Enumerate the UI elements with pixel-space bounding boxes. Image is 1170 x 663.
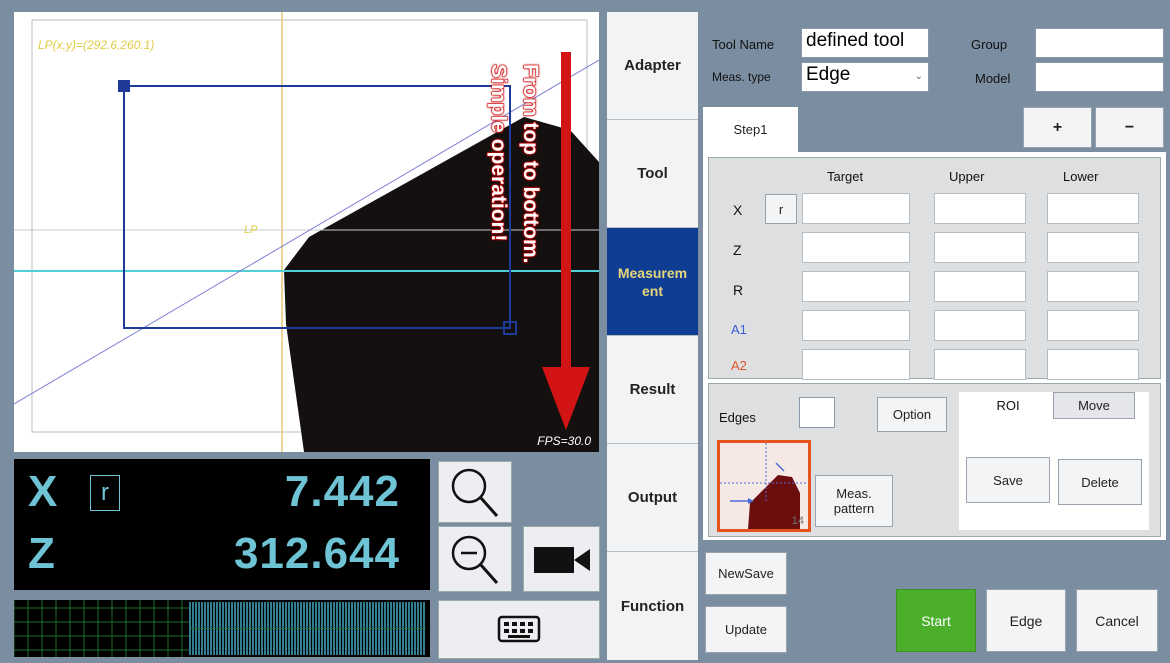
header-lower: Lower	[1063, 169, 1099, 184]
menu-item-output[interactable]: Output	[607, 444, 698, 552]
zoom-out-button[interactable]	[438, 526, 512, 592]
annotation-line-1: From top to bottom.	[519, 64, 543, 264]
header-upper: Upper	[949, 169, 985, 184]
roi-delete-button[interactable]: Delete	[1058, 459, 1142, 505]
a2-upper-input[interactable]	[934, 349, 1026, 380]
z-value: 312.644	[233, 529, 400, 578]
camera-button[interactable]	[523, 526, 600, 592]
fps-readout: FPS=30.0	[537, 434, 591, 448]
menu-item-result[interactable]: Result	[607, 336, 698, 444]
roi-panel: ROI Move Save Delete	[959, 392, 1149, 530]
tab-move[interactable]: Move	[1053, 392, 1135, 419]
x-value: 7.442	[284, 467, 400, 516]
menu-item-adapter[interactable]: Adapter	[607, 12, 698, 120]
update-button[interactable]: Update	[705, 606, 787, 653]
cancel-button[interactable]: Cancel	[1076, 589, 1158, 652]
add-step-button[interactable]: +	[1023, 107, 1092, 148]
menu-label: Adapter	[624, 57, 681, 74]
measurement-panel: Tool Name defined tool Meas. type Edge ⌄…	[703, 16, 1166, 658]
r-upper-input[interactable]	[934, 271, 1026, 302]
magnifier-icon	[451, 468, 499, 517]
meas-type-value: Edge	[806, 64, 851, 85]
menu-label: Measurem ent	[617, 264, 688, 299]
keyboard-button[interactable]	[438, 600, 600, 659]
waveform-graph	[14, 600, 426, 657]
tab-roi[interactable]: ROI	[973, 398, 1043, 413]
menu-item-tool[interactable]: Tool	[607, 120, 698, 228]
a2-lower-input[interactable]	[1047, 349, 1139, 380]
menu-item-function[interactable]: Function	[607, 552, 698, 660]
a2-target-input[interactable]	[802, 349, 910, 380]
step-content: Target Upper Lower X r Z R A1 A2 Edges O…	[703, 152, 1166, 540]
x-target-input[interactable]	[802, 193, 910, 224]
remove-step-button[interactable]: −	[1095, 107, 1164, 148]
row-label-x: X	[733, 202, 743, 218]
signal-waveform	[14, 600, 430, 657]
model-field[interactable]	[1035, 62, 1164, 92]
video-camera-icon	[534, 547, 590, 573]
option-button[interactable]: Option	[877, 397, 947, 432]
lp-marker: LP	[244, 224, 258, 236]
x-lower-input[interactable]	[1047, 193, 1139, 224]
edges-section: Edges Option 14 Meas. pattern ROI Move S…	[708, 383, 1161, 537]
r-mode-indicator: r	[90, 475, 120, 511]
r-lower-input[interactable]	[1047, 271, 1139, 302]
chevron-down-icon: ⌄	[914, 71, 923, 82]
start-button[interactable]: Start	[896, 589, 976, 652]
r-button[interactable]: r	[765, 194, 797, 224]
annotation-line-2: Simple operation!	[487, 64, 511, 242]
meas-type-select[interactable]: Edge ⌄	[801, 62, 929, 92]
z-target-input[interactable]	[802, 232, 910, 263]
zoom-out-icon	[451, 535, 499, 584]
keyboard-icon	[497, 615, 541, 643]
row-label-z: Z	[733, 242, 742, 258]
target-table: Target Upper Lower X r Z R A1 A2	[708, 157, 1161, 380]
roi-handle-top-left	[118, 80, 130, 92]
a1-target-input[interactable]	[802, 310, 910, 341]
meas-type-label: Meas. type	[712, 70, 771, 84]
coordinate-readout: X r 7.442 Z 312.644	[14, 459, 430, 590]
model-label: Model	[975, 71, 1011, 86]
meas-pattern-button[interactable]: Meas. pattern	[815, 475, 893, 527]
menu-label: Result	[629, 381, 676, 398]
tool-name-field[interactable]: defined tool	[801, 28, 929, 58]
roi-save-button[interactable]: Save	[966, 457, 1050, 503]
menu-label: Tool	[637, 165, 668, 182]
r-target-input[interactable]	[802, 271, 910, 302]
x-axis-label: X	[28, 467, 58, 516]
edge-pattern-thumbnail[interactable]: 14	[717, 440, 811, 532]
annotation-text: From top to bottom. Simple operation!	[480, 64, 560, 364]
group-label: Group	[971, 37, 1008, 52]
group-field[interactable]	[1035, 28, 1164, 58]
menu-label: Output	[627, 489, 678, 506]
side-menu: Adapter Tool Measurem ent Result Output …	[607, 12, 698, 660]
edges-count-field[interactable]	[799, 397, 835, 428]
menu-label: Function	[620, 597, 685, 615]
z-axis-label: Z	[28, 529, 55, 578]
z-upper-input[interactable]	[934, 232, 1026, 263]
pattern-number: 14	[791, 515, 804, 527]
header-target: Target	[827, 169, 864, 184]
tool-name-label: Tool Name	[712, 37, 775, 52]
tab-step1[interactable]: Step1	[703, 107, 798, 152]
camera-view[interactable]: LP(x,y)=(292.6,260.1) LP FPS=30.0 From t…	[14, 12, 599, 452]
row-label-a2: A2	[731, 358, 747, 373]
row-label-a1: A1	[731, 322, 747, 337]
a1-upper-input[interactable]	[934, 310, 1026, 341]
zoom-in-button[interactable]	[438, 461, 512, 523]
x-upper-input[interactable]	[934, 193, 1026, 224]
edges-label: Edges	[719, 410, 756, 425]
row-label-r: R	[733, 282, 744, 298]
lp-coordinate-label: LP(x,y)=(292.6,260.1)	[38, 38, 155, 52]
new-save-button[interactable]: NewSave	[705, 552, 787, 595]
menu-item-measurement[interactable]: Measurem ent	[607, 228, 698, 336]
a1-lower-input[interactable]	[1047, 310, 1139, 341]
z-lower-input[interactable]	[1047, 232, 1139, 263]
edge-button[interactable]: Edge	[986, 589, 1066, 652]
